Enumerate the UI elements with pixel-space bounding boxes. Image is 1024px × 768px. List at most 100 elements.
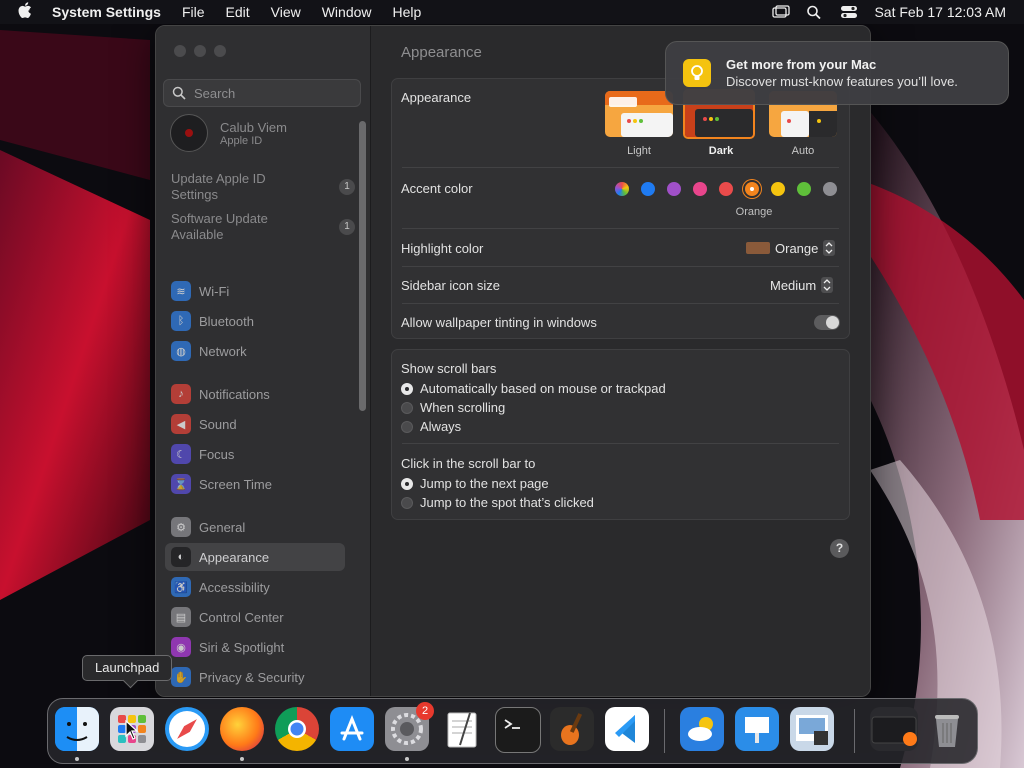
settings-content: Appearance Appearance Light Dark Auto Ac…	[371, 26, 870, 696]
chrome-icon[interactable]	[275, 707, 319, 751]
dock-running-indicator	[240, 757, 244, 761]
menu-edit[interactable]: Edit	[226, 4, 250, 20]
safari-icon[interactable]	[165, 707, 209, 751]
sidebar-item-focus[interactable]: ☾ Focus	[165, 440, 345, 468]
accent-color-label: Accent color	[401, 181, 473, 196]
preview-icon[interactable]	[790, 707, 834, 751]
sidebar-item-network[interactable]: ◍ Network	[165, 337, 345, 365]
tips-notification[interactable]: Get more from your Mac Discover must-kno…	[665, 41, 1009, 105]
software-update-item[interactable]: Software Update Available 1	[171, 211, 361, 243]
accent-swatch[interactable]	[693, 182, 707, 196]
update-apple-id-item[interactable]: Update Apple ID Settings 1	[171, 171, 361, 203]
control-center-menu-icon[interactable]	[840, 5, 858, 19]
recent-window-icon[interactable]	[870, 707, 918, 751]
appearance-label: Appearance	[401, 90, 472, 105]
close-button[interactable]	[174, 45, 186, 57]
accent-swatch[interactable]	[641, 182, 655, 196]
globe-icon: ◍	[171, 341, 191, 361]
zoom-button[interactable]	[214, 45, 226, 57]
radio-scroll-when-scrolling[interactable]: When scrolling	[401, 400, 505, 415]
page-title: Appearance	[401, 44, 482, 61]
appearance-dark-label: Dark	[708, 145, 734, 157]
dock-tooltip: Launchpad	[82, 655, 173, 681]
highlight-color-select[interactable]: Orange	[746, 240, 836, 256]
apple-id-account[interactable]: Calub Viem Apple ID	[170, 114, 287, 152]
firefox-icon[interactable]	[220, 707, 264, 751]
wifi-icon: ≋	[171, 281, 191, 301]
lightbulb-icon	[683, 59, 711, 87]
radio-scroll-always[interactable]: Always	[401, 419, 461, 434]
radio-scroll-auto[interactable]: Automatically based on mouse or trackpad	[401, 381, 666, 396]
terminal-icon[interactable]	[495, 707, 541, 753]
sidebar-item-appearance[interactable]: ◐ Appearance	[165, 543, 345, 571]
accent-swatch[interactable]	[823, 182, 837, 196]
wallpaper-tinting-toggle[interactable]	[814, 315, 840, 330]
menu-window[interactable]: Window	[322, 4, 372, 20]
minimize-button[interactable]	[194, 45, 206, 57]
highlight-color-label: Highlight color	[401, 241, 484, 256]
control-center-icon: ▤	[171, 607, 191, 627]
update-apple-id-line2: Settings	[171, 187, 218, 202]
menu-file[interactable]: File	[182, 4, 205, 20]
keynote-icon[interactable]	[735, 707, 779, 751]
window-controls	[174, 45, 226, 57]
sidebar-item-general[interactable]: ⚙ General	[165, 513, 345, 541]
sidebar-item-bluetooth[interactable]: ᛒ Bluetooth	[165, 307, 345, 335]
sidebar-item-screen-time[interactable]: ⌛ Screen Time	[165, 470, 345, 498]
help-button[interactable]: ?	[830, 539, 849, 558]
sidebar-item-label: Siri & Spotlight	[199, 639, 285, 655]
menu-view[interactable]: View	[271, 4, 301, 20]
software-update-line1: Software Update	[171, 211, 268, 226]
sidebar-item-siri-spotlight[interactable]: ◉ Siri & Spotlight	[165, 633, 345, 661]
appearance-light-label: Light	[627, 145, 651, 157]
sidebar-item-notifications[interactable]: ♪ Notifications	[165, 380, 345, 408]
radio-button	[401, 382, 413, 395]
account-subtitle: Apple ID	[220, 134, 263, 147]
chevron-updown-icon	[823, 240, 836, 256]
sidebar-item-label: Appearance	[199, 549, 270, 565]
dock-badge: 2	[416, 702, 434, 720]
sidebar-item-wi-fi[interactable]: ≋ Wi-Fi	[165, 277, 345, 305]
sidebar-item-accessibility[interactable]: ♿ Accessibility	[165, 573, 345, 601]
weather-icon[interactable]	[680, 707, 724, 751]
accessibility-icon: ♿	[171, 577, 191, 597]
appearance-light-option[interactable]	[605, 91, 673, 137]
show-scroll-bars-label: Show scroll bars	[401, 361, 497, 376]
accent-swatch[interactable]	[615, 182, 629, 196]
app-store-icon[interactable]	[330, 707, 374, 751]
accent-swatch[interactable]	[719, 182, 733, 196]
avatar	[170, 114, 208, 152]
menu-help[interactable]: Help	[393, 4, 422, 20]
sidebar-icon-size-select[interactable]: Medium	[770, 277, 834, 293]
textedit-icon[interactable]	[440, 707, 484, 751]
sidebar-item-label: Wi-Fi	[199, 283, 230, 299]
sidebar-icon-size-value: Medium	[770, 277, 817, 293]
vscode-icon[interactable]	[605, 707, 649, 751]
search-input[interactable]	[192, 84, 356, 102]
accent-swatch[interactable]	[745, 182, 759, 196]
menu-clock[interactable]: Sat Feb 17 12:03 AM	[874, 4, 1006, 20]
menu-app-name[interactable]: System Settings	[52, 4, 161, 20]
radio-jump-next-page[interactable]: Jump to the next page	[401, 476, 549, 491]
spotlight-search-icon[interactable]	[806, 5, 824, 20]
appearance-group: Appearance Light Dark Auto Accent color …	[391, 78, 850, 339]
finder-icon[interactable]	[55, 707, 99, 751]
accent-swatch[interactable]	[797, 182, 811, 196]
sidebar-scrollbar[interactable]	[359, 121, 366, 411]
update-apple-id-line1: Update Apple ID	[171, 171, 266, 186]
accent-swatch[interactable]	[771, 182, 785, 196]
sidebar-item-privacy-security[interactable]: ✋ Privacy & Security	[165, 663, 345, 691]
radio-button	[401, 496, 413, 509]
sidebar-item-sound[interactable]: ◀ Sound	[165, 410, 345, 438]
bluetooth-icon: ᛒ	[171, 311, 191, 331]
search-field[interactable]	[163, 79, 361, 107]
sidebar-item-control-center[interactable]: ▤ Control Center	[165, 603, 345, 631]
sidebar-item-label: Bluetooth	[199, 313, 254, 329]
accent-swatch[interactable]	[667, 182, 681, 196]
screen-mirroring-icon[interactable]	[772, 5, 791, 19]
radio-button	[401, 401, 413, 414]
garageband-icon[interactable]	[550, 707, 594, 751]
radio-jump-spot-clicked[interactable]: Jump to the spot that’s clicked	[401, 495, 594, 510]
apple-menu-icon[interactable]	[18, 2, 34, 22]
trash-icon[interactable]	[925, 707, 969, 751]
